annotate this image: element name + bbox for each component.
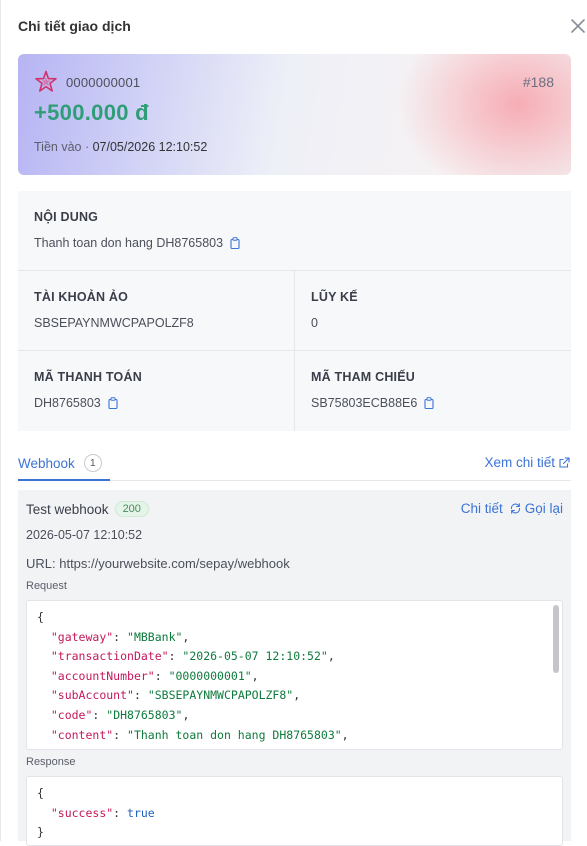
webhook-title: Test webhook [26,501,109,517]
json-brace: { [37,610,44,624]
reference-code-value: SB75803ECB88E6 [311,396,418,410]
tab-webhook[interactable]: Webhook 1 [18,454,102,472]
transaction-summary-card: 0000000001 #188 +500.000 đ Tiền vào · 07… [18,54,571,175]
active-tab-indicator [18,479,110,481]
close-button[interactable] [568,16,587,36]
transaction-amount: +500.000 đ [34,100,149,125]
virtual-account-value: SBSEPAYNMWCPAPOLZF8 [34,316,194,330]
json-key: "code" [50,707,93,722]
request-scrollbar[interactable] [553,605,559,673]
payment-code-value: DH8765803 [34,396,101,410]
request-label: Request [26,580,67,592]
content-cell: NỘI DUNG Thanh toan don hang DH8765803 [34,210,241,250]
response-code: { "success": true } [37,786,155,840]
webhook-retry-button[interactable]: Gọi lại [525,501,563,516]
webhook-detail-link[interactable]: Chi tiết [461,501,503,516]
json-key: "success" [50,805,114,820]
virtual-account-cell: TÀI KHOẢN ẢO SBSEPAYNMWCPAPOLZF8 [34,290,194,330]
json-value: "0000000001" [168,668,252,683]
content-value: Thanh toan don hang DH8765803 [34,236,224,250]
copy-icon[interactable] [107,397,119,409]
json-brace: { [37,786,44,800]
response-body[interactable]: { "success": true } [26,776,563,846]
star-logo-icon [35,70,57,92]
payment-code-label: MÃ THANH TOÁN [34,370,142,384]
content-value-row: Thanh toan don hang DH8765803 [34,236,241,250]
request-body[interactable]: { "gateway": "MBBank", "transactionDate"… [26,600,563,750]
json-key: "content" [50,727,114,742]
json-key: "transactionDate" [50,649,169,664]
payment-code-value-row: DH8765803 [34,396,142,410]
transaction-detail-modal: Chi tiết giao dịch 0000000001 #188 +500.… [0,0,587,846]
webhook-url: URL: https://yourwebsite.com/sepay/webho… [26,556,290,571]
webhook-time: 2026-05-07 12:10:52 [26,528,143,542]
payment-code-cell: MÃ THANH TOÁN DH8765803 [34,370,142,410]
modal-header: Chi tiết giao dịch [1,0,587,55]
json-value: "Thanh toan don hang DH8765803" [127,727,342,742]
json-value: true [127,805,155,820]
view-detail-label: Xem chi tiết [484,455,555,470]
transaction-id: #188 [522,74,554,90]
transaction-meta: Tiền vào · 07/05/2026 12:10:52 [34,140,207,154]
webhook-count-badge: 1 [83,454,102,472]
reference-code-label: MÃ THAM CHIẾU [311,370,415,384]
json-value: "MBBank" [127,629,183,644]
transaction-datetime: 07/05/2026 12:10:52 [92,140,208,154]
meta-separator: · [81,140,93,154]
json-key: "gateway" [50,629,114,644]
close-icon [571,19,585,33]
json-value: "DH8765803" [106,707,183,722]
json-value: "2026-05-07 12:10:52" [182,649,328,664]
json-brace: } [37,825,44,840]
reference-code-value-row: SB75803ECB88E6 [311,396,435,410]
cumulative-value: 0 [311,316,318,330]
virtual-account-label: TÀI KHOẢN ẢO [34,290,129,304]
cumulative-label: LŨY KẾ [311,290,358,304]
view-detail-link[interactable]: Xem chi tiết [484,455,571,470]
status-badge: 200 [114,501,149,517]
copy-icon[interactable] [423,397,435,409]
tab-bar: Webhook 1 Xem chi tiết [18,447,571,481]
content-label: NỘI DUNG [34,210,99,224]
request-code: { "gateway": "MBBank", "transactionDate"… [37,610,349,742]
cumulative-cell: LŨY KẾ 0 [311,290,358,330]
webhook-log-panel: Test webhook 200 Chi tiết Gọi lại 2026-0… [18,490,571,846]
transaction-type: Tiền vào [34,140,82,154]
modal-title: Chi tiết giao dịch [18,18,131,34]
divider [18,350,571,351]
copy-icon[interactable] [229,237,241,249]
json-key: "accountNumber" [50,668,155,683]
external-link-icon [559,457,570,468]
webhook-title-row: Test webhook 200 [26,501,149,517]
json-value: "SBSEPAYNMWCPAPOLZF8" [147,688,294,703]
response-label: Response [26,756,76,768]
account-number: 0000000001 [66,75,141,90]
reference-code-cell: MÃ THAM CHIẾU SB75803ECB88E6 [311,370,435,410]
tab-webhook-label: Webhook [18,455,75,471]
json-key: "subAccount" [50,688,134,703]
refresh-icon [510,503,520,514]
transaction-info-grid: NỘI DUNG Thanh toan don hang DH8765803 T… [18,191,571,431]
webhook-actions: Chi tiết Gọi lại [461,501,563,516]
